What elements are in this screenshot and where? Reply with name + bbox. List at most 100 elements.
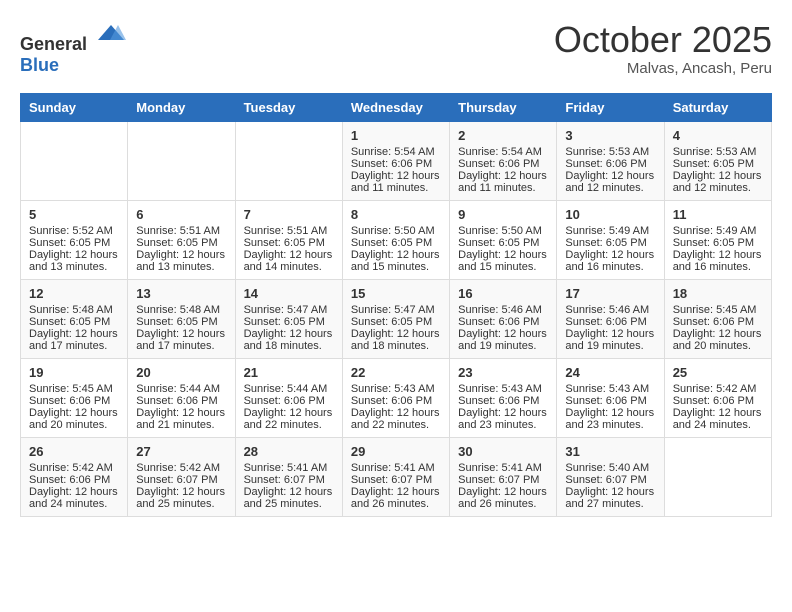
table-row: 2 Sunrise: 5:54 AMSunset: 6:06 PMDaylight… (450, 121, 557, 200)
day-number: 7 (244, 207, 334, 222)
logo: General Blue (20, 20, 126, 76)
calendar-week-row: 12 Sunrise: 5:48 AMSunset: 6:05 PMDayligh… (21, 279, 772, 358)
day-info: Sunrise: 5:44 AMSunset: 6:06 PMDaylight:… (136, 383, 225, 431)
table-row: 18Sunrise: 5:45 AMSunset: 6:06 PMDayligh… (664, 279, 771, 358)
day-info: Sunrise: 5:54 AMSunset: 6:06 PMDaylight:… (351, 146, 440, 194)
table-row: 24 Sunrise: 5:43 AMSunset: 6:06 PMDayligh… (557, 358, 664, 437)
day-number: 6 (136, 207, 226, 222)
day-info: Sunrise: 5:43 AMSunset: 6:06 PMDaylight:… (351, 383, 440, 431)
table-row (664, 437, 771, 516)
table-row: 12Sunrise: 5:48 AMSunset: 6:05 PMDayligh… (21, 279, 128, 358)
table-row (21, 121, 128, 200)
table-row: 3 Sunrise: 5:53 AMSunset: 6:06 PMDaylight… (557, 121, 664, 200)
day-number: 31 (565, 444, 655, 459)
day-info: Sunrise: 5:50 AMSunset: 6:05 PMDaylight:… (458, 225, 547, 273)
logo-text: General Blue (20, 20, 126, 76)
day-number: 4 (673, 128, 763, 143)
day-number: 20 (136, 365, 226, 380)
table-row: 4Sunrise: 5:53 AMSunset: 6:05 PMDaylight… (664, 121, 771, 200)
day-info: Sunrise: 5:43 AMSunset: 6:06 PMDaylight:… (458, 383, 547, 431)
day-number: 5 (29, 207, 119, 222)
page-header: General Blue October 2025 Malvas, Ancash… (20, 20, 772, 77)
table-row: 19Sunrise: 5:45 AMSunset: 6:06 PMDayligh… (21, 358, 128, 437)
table-row: 8Sunrise: 5:50 AMSunset: 6:05 PMDaylight… (342, 200, 449, 279)
day-number: 10 (565, 207, 655, 222)
day-number: 12 (29, 286, 119, 301)
day-info: Sunrise: 5:45 AMSunset: 6:06 PMDaylight:… (673, 304, 762, 352)
table-row: 30 Sunrise: 5:41 AMSunset: 6:07 PMDayligh… (450, 437, 557, 516)
day-info: Sunrise: 5:53 AMSunset: 6:06 PMDaylight:… (565, 146, 654, 194)
logo-general: General (20, 34, 87, 54)
day-info: Sunrise: 5:43 AMSunset: 6:06 PMDaylight:… (565, 383, 654, 431)
logo-icon (96, 20, 126, 50)
table-row: 9 Sunrise: 5:50 AMSunset: 6:05 PMDaylight… (450, 200, 557, 279)
table-row: 11 Sunrise: 5:49 AMSunset: 6:05 PMDayligh… (664, 200, 771, 279)
day-number: 28 (244, 444, 334, 459)
table-row: 13 Sunrise: 5:48 AMSunset: 6:05 PMDayligh… (128, 279, 235, 358)
day-number: 14 (244, 286, 334, 301)
month-title: October 2025 (554, 20, 772, 60)
day-info: Sunrise: 5:48 AMSunset: 6:05 PMDaylight:… (136, 304, 225, 352)
day-number: 23 (458, 365, 548, 380)
table-row: 10Sunrise: 5:49 AMSunset: 6:05 PMDayligh… (557, 200, 664, 279)
table-row: 23 Sunrise: 5:43 AMSunset: 6:06 PMDayligh… (450, 358, 557, 437)
day-info: Sunrise: 5:40 AMSunset: 6:07 PMDaylight:… (565, 462, 654, 510)
day-info: Sunrise: 5:45 AMSunset: 6:06 PMDaylight:… (29, 383, 118, 431)
table-row: 29Sunrise: 5:41 AMSunset: 6:07 PMDayligh… (342, 437, 449, 516)
table-row: 31 Sunrise: 5:40 AMSunset: 6:07 PMDayligh… (557, 437, 664, 516)
day-info: Sunrise: 5:42 AMSunset: 6:06 PMDaylight:… (29, 462, 118, 510)
table-row: 26 Sunrise: 5:42 AMSunset: 6:06 PMDayligh… (21, 437, 128, 516)
day-number: 26 (29, 444, 119, 459)
weekday-header-row: Sunday Monday Tuesday Wednesday Thursday… (21, 93, 772, 121)
table-row: 6Sunrise: 5:51 AMSunset: 6:05 PMDaylight… (128, 200, 235, 279)
day-number: 11 (673, 207, 763, 222)
day-number: 9 (458, 207, 548, 222)
header-thursday: Thursday (450, 93, 557, 121)
day-info: Sunrise: 5:46 AMSunset: 6:06 PMDaylight:… (565, 304, 654, 352)
table-row: 20 Sunrise: 5:44 AMSunset: 6:06 PMDayligh… (128, 358, 235, 437)
day-info: Sunrise: 5:47 AMSunset: 6:05 PMDaylight:… (244, 304, 333, 352)
day-info: Sunrise: 5:41 AMSunset: 6:07 PMDaylight:… (458, 462, 547, 510)
table-row: 7 Sunrise: 5:51 AMSunset: 6:05 PMDaylight… (235, 200, 342, 279)
table-row (235, 121, 342, 200)
day-info: Sunrise: 5:49 AMSunset: 6:05 PMDaylight:… (673, 225, 762, 273)
day-number: 3 (565, 128, 655, 143)
day-info: Sunrise: 5:42 AMSunset: 6:06 PMDaylight:… (673, 383, 762, 431)
day-info: Sunrise: 5:54 AMSunset: 6:06 PMDaylight:… (458, 146, 547, 194)
header-saturday: Saturday (664, 93, 771, 121)
location-title: Malvas, Ancash, Peru (554, 60, 772, 77)
table-row: 16Sunrise: 5:46 AMSunset: 6:06 PMDayligh… (450, 279, 557, 358)
day-info: Sunrise: 5:41 AMSunset: 6:07 PMDaylight:… (244, 462, 333, 510)
day-number: 13 (136, 286, 226, 301)
table-row: 14 Sunrise: 5:47 AMSunset: 6:05 PMDayligh… (235, 279, 342, 358)
day-number: 25 (673, 365, 763, 380)
calendar-week-row: 26 Sunrise: 5:42 AMSunset: 6:06 PMDayligh… (21, 437, 772, 516)
header-monday: Monday (128, 93, 235, 121)
calendar-week-row: 1Sunrise: 5:54 AMSunset: 6:06 PMDaylight… (21, 121, 772, 200)
day-info: Sunrise: 5:51 AMSunset: 6:05 PMDaylight:… (244, 225, 333, 273)
day-number: 21 (244, 365, 334, 380)
header-sunday: Sunday (21, 93, 128, 121)
table-row: 22 Sunrise: 5:43 AMSunset: 6:06 PMDayligh… (342, 358, 449, 437)
day-number: 30 (458, 444, 548, 459)
header-friday: Friday (557, 93, 664, 121)
day-number: 2 (458, 128, 548, 143)
day-info: Sunrise: 5:41 AMSunset: 6:07 PMDaylight:… (351, 462, 440, 510)
logo-blue: Blue (20, 55, 59, 75)
day-info: Sunrise: 5:44 AMSunset: 6:06 PMDaylight:… (244, 383, 333, 431)
day-info: Sunrise: 5:47 AMSunset: 6:05 PMDaylight:… (351, 304, 440, 352)
calendar-table: Sunday Monday Tuesday Wednesday Thursday… (20, 93, 772, 517)
day-number: 22 (351, 365, 441, 380)
table-row: 17Sunrise: 5:46 AMSunset: 6:06 PMDayligh… (557, 279, 664, 358)
table-row: 25 Sunrise: 5:42 AMSunset: 6:06 PMDayligh… (664, 358, 771, 437)
header-tuesday: Tuesday (235, 93, 342, 121)
day-number: 24 (565, 365, 655, 380)
table-row (128, 121, 235, 200)
title-section: October 2025 Malvas, Ancash, Peru (554, 20, 772, 77)
table-row: 5 Sunrise: 5:52 AMSunset: 6:05 PMDaylight… (21, 200, 128, 279)
day-info: Sunrise: 5:52 AMSunset: 6:05 PMDaylight:… (29, 225, 118, 273)
day-info: Sunrise: 5:46 AMSunset: 6:06 PMDaylight:… (458, 304, 547, 352)
day-number: 15 (351, 286, 441, 301)
table-row: 1Sunrise: 5:54 AMSunset: 6:06 PMDaylight… (342, 121, 449, 200)
table-row: 28 Sunrise: 5:41 AMSunset: 6:07 PMDayligh… (235, 437, 342, 516)
